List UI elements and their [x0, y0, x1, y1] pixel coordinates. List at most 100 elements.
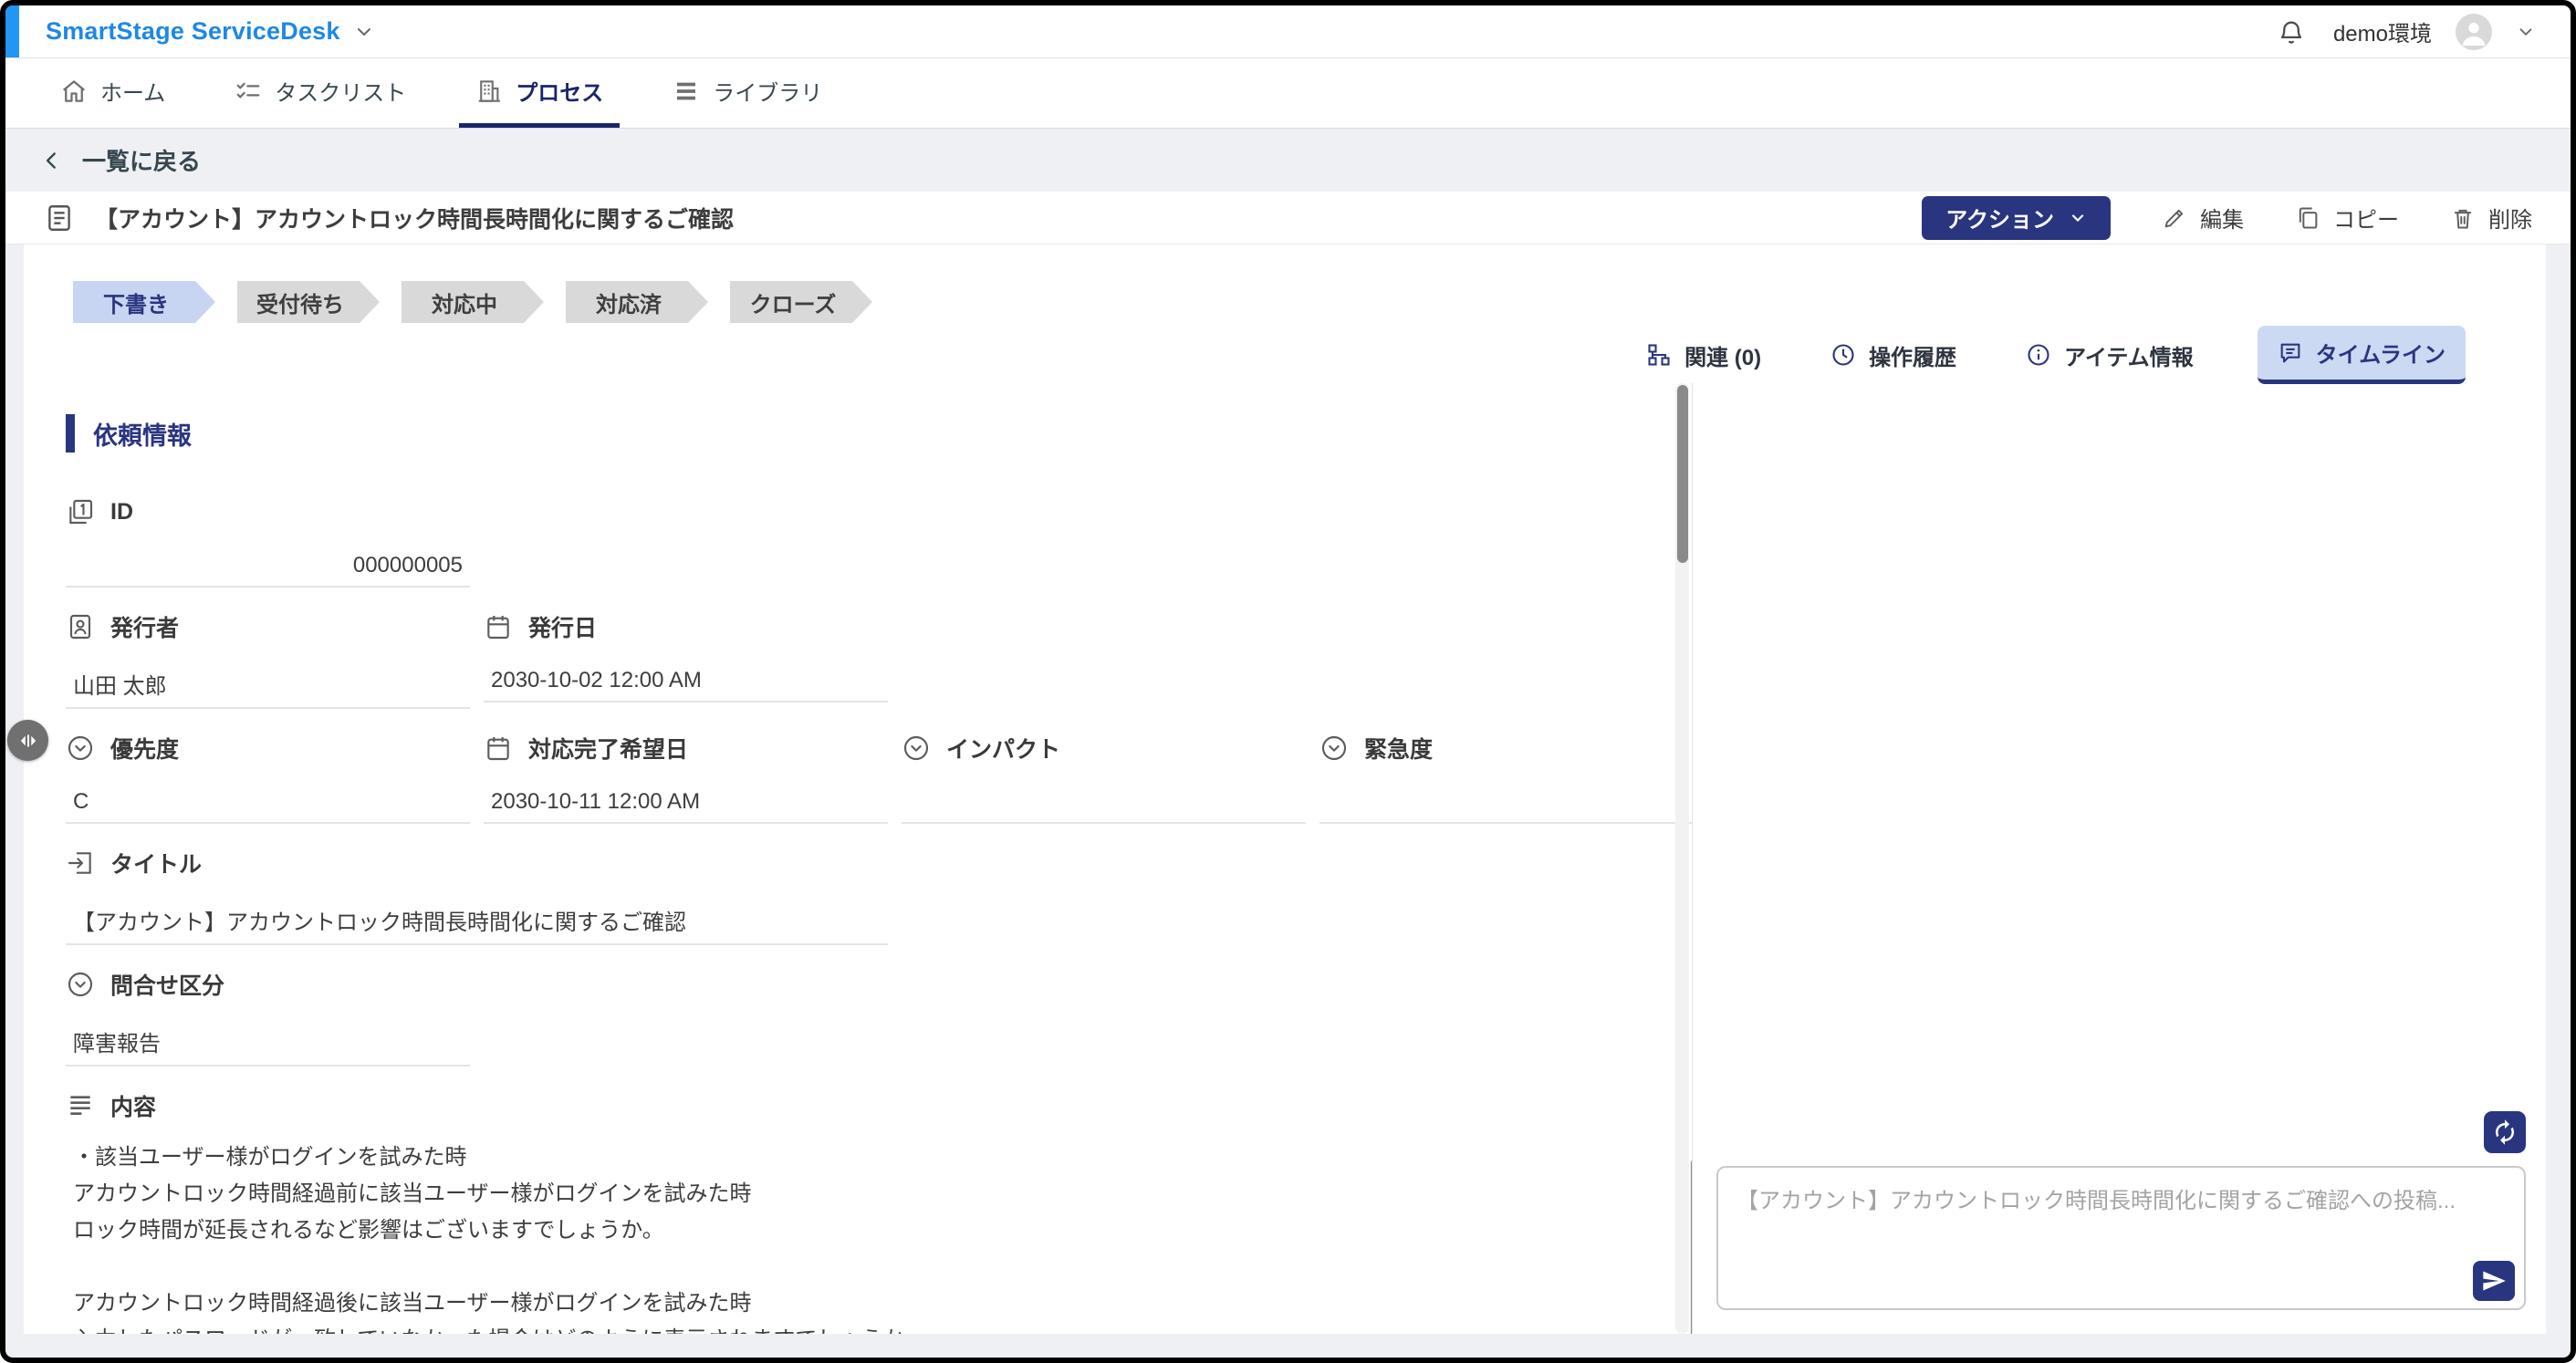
chevron-down-icon: [2069, 209, 2087, 227]
refresh-button[interactable]: [2484, 1111, 2526, 1153]
back-to-list-link[interactable]: 一覧に戻る: [40, 143, 201, 177]
field-label-text: 優先度: [110, 732, 179, 765]
tab-history[interactable]: 操作履歴: [1825, 328, 1962, 382]
status-step-draft[interactable]: 下書き: [73, 281, 215, 323]
field-label: 発行者: [66, 609, 470, 644]
content-scrollbar-thumb[interactable]: [1691, 1158, 1693, 1334]
field-value-priority: C: [66, 789, 470, 824]
item-detail-card: 下書き 受付待ち 対応中 対応済 クローズ 関連 (0): [24, 245, 2546, 1334]
nav-tab-label: ライブラリ: [713, 75, 822, 107]
primary-nav: ホーム タスクリスト プロセス ライブラリ: [5, 58, 2571, 129]
nav-tab-label: タスクリスト: [275, 75, 406, 107]
history-clock-icon: [1830, 342, 1856, 368]
edit-label: 編集: [2200, 202, 2244, 234]
status-step-done[interactable]: 対応済: [566, 281, 708, 323]
right-gutter: [2546, 245, 2571, 1334]
status-step-waiting[interactable]: 受付待ち: [237, 281, 380, 323]
content-textarea[interactable]: ・該当ユーザー様がログインを試みた時 アカウントロック時間経過前に該当ユーザー様…: [66, 1138, 1692, 1334]
status-step-label: クローズ: [750, 286, 837, 318]
field-label: 対応完了希望日: [484, 731, 888, 765]
field-id: ID 000000005: [66, 494, 470, 588]
app-title: SmartStage ServiceDesk: [46, 17, 340, 46]
form-grid: ID 000000005 発行者 山田 太郎: [66, 473, 1637, 1334]
bottom-strip: [5, 1334, 2571, 1358]
select-dropdown-icon: [66, 734, 95, 763]
field-label: ID: [66, 494, 470, 529]
field-due-date: 対応完了希望日 2030-10-11 12:00 AM: [484, 731, 888, 824]
field-label: 内容: [66, 1088, 1692, 1123]
tab-label: 操作履歴: [1869, 339, 1956, 371]
nav-tab-process[interactable]: プロセス: [459, 58, 620, 128]
text-input-icon: [66, 848, 95, 878]
topbar-right: demo環境: [2273, 14, 2571, 50]
trash-icon: [2450, 205, 2476, 231]
field-label: 緊急度: [1319, 731, 1692, 765]
panel-collapse-handle[interactable]: [7, 720, 48, 761]
field-label-text: 内容: [110, 1089, 156, 1122]
status-step-label: 下書き: [103, 286, 169, 318]
info-icon: [2026, 342, 2051, 368]
form-panel-scrollbar-thumb[interactable]: [1677, 385, 1688, 563]
field-label-text: 問合せ区分: [110, 968, 224, 1001]
tab-related[interactable]: 関連 (0): [1641, 328, 1767, 382]
status-step-label: 対応中: [432, 286, 497, 318]
environment-label: demo環境: [2333, 16, 2432, 47]
calendar-icon: [484, 612, 513, 641]
nav-tab-home[interactable]: ホーム: [44, 58, 182, 128]
page-title: 【アカウント】アカウントロック時間長時間化に関するご確認: [95, 202, 734, 234]
item-title-bar: 【アカウント】アカウントロック時間長時間化に関するご確認 アクション 編集 コピ…: [5, 192, 2571, 245]
status-step-closed[interactable]: クローズ: [730, 281, 872, 323]
account-menu-chevron-icon[interactable]: [2516, 22, 2536, 42]
tab-label: タイムライン: [2316, 337, 2446, 369]
edit-button[interactable]: 編集: [2162, 202, 2244, 234]
action-button-label: アクション: [1945, 202, 2054, 234]
select-dropdown-icon: [66, 970, 95, 999]
nav-tab-library[interactable]: ライブラリ: [656, 58, 839, 128]
tab-timeline[interactable]: タイムライン: [2258, 326, 2466, 384]
breadcrumb: 一覧に戻る: [5, 129, 2571, 192]
content-area: 下書き 受付待ち 対応中 対応済 クローズ 関連 (0): [5, 245, 2571, 1334]
field-value-id: 000000005: [66, 553, 470, 588]
section-title: 依頼情報: [93, 416, 192, 452]
chevron-left-icon: [40, 149, 64, 172]
textarea-lines-icon: [66, 1091, 95, 1120]
form-panel-scrollbar[interactable]: [1675, 383, 1689, 1334]
field-value-impact: [902, 789, 1306, 824]
timeline-chat-icon: [2278, 340, 2303, 366]
refresh-icon: [2491, 1118, 2519, 1146]
copy-button[interactable]: コピー: [2295, 202, 2399, 234]
field-label: 問合せ区分: [66, 967, 470, 1002]
app-switcher[interactable]: SmartStage ServiceDesk: [46, 17, 375, 46]
field-priority: 優先度 C: [66, 731, 470, 824]
section-header: 依頼情報: [66, 414, 1637, 453]
status-flow: 下書き 受付待ち 対応中 対応済 クローズ: [73, 281, 2546, 323]
section-accent-bar: [66, 414, 75, 453]
send-button[interactable]: [2473, 1261, 2515, 1301]
notification-bell-icon[interactable]: [2273, 14, 2310, 50]
person-badge-icon: [66, 612, 95, 641]
field-label: 発行日: [484, 609, 888, 644]
field-title: タイトル 【アカウント】アカウントロック時間長時間化に関するご確認: [66, 846, 888, 945]
timeline-feed: [1716, 383, 2526, 1111]
comment-box: [1716, 1166, 2526, 1310]
status-step-label: 対応済: [596, 286, 662, 318]
field-value-inquiry-type: 障害報告: [66, 1025, 470, 1066]
content-scrollbar[interactable]: [1690, 1158, 1692, 1334]
select-dropdown-icon: [1319, 734, 1349, 763]
select-dropdown-icon: [902, 734, 931, 763]
comment-input[interactable]: [1718, 1168, 2524, 1308]
left-gutter: [5, 245, 24, 1334]
action-button[interactable]: アクション: [1922, 196, 2111, 240]
request-form-panel: 依頼情報 ID 000000005: [24, 383, 1692, 1334]
field-issuer: 発行者 山田 太郎: [66, 609, 470, 709]
user-avatar[interactable]: [2456, 14, 2492, 50]
chevron-down-icon: [353, 21, 375, 43]
field-label-text: インパクト: [946, 732, 1060, 765]
detail-tabs: 関連 (0) 操作履歴 アイテム情報: [24, 327, 2546, 383]
delete-button[interactable]: 削除: [2450, 202, 2532, 234]
status-step-in-progress[interactable]: 対応中: [402, 281, 544, 323]
tab-item-info[interactable]: アイテム情報: [2020, 328, 2199, 382]
nav-tab-tasklist[interactable]: タスクリスト: [218, 58, 422, 128]
field-label-text: タイトル: [110, 847, 202, 879]
nav-tab-label: ホーム: [100, 75, 165, 107]
